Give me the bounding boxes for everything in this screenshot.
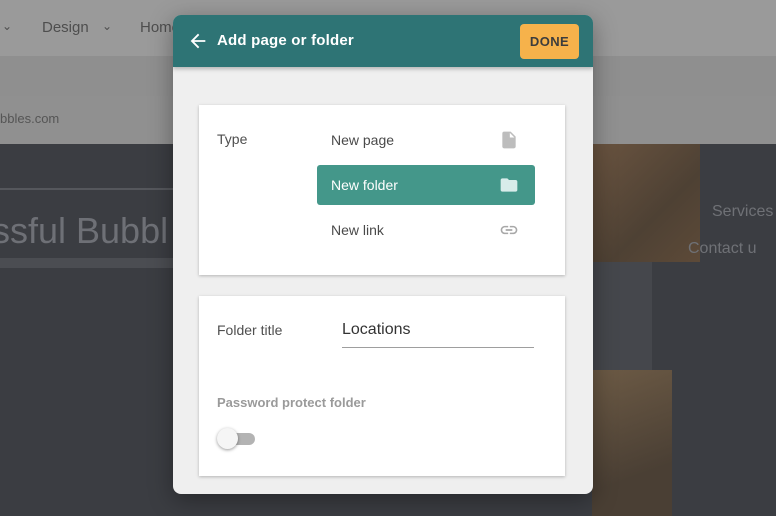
background-chevron-down-icon: ⌄ (102, 19, 113, 33)
screen: ⌄ Design ⌄ Home bbles.com ssful Bubbl Se… (0, 0, 776, 516)
add-page-dialog: Add page or folder DONE Type New page Ne… (173, 15, 593, 494)
file-icon (502, 131, 516, 149)
folder-title-label: Folder title (217, 322, 283, 338)
option-label: New page (331, 132, 395, 148)
folder-title-input[interactable] (342, 316, 534, 348)
type-label: Type (217, 131, 248, 147)
option-label: New folder (331, 177, 398, 193)
background-chevron-icon: ⌄ (2, 19, 13, 33)
option-new-folder[interactable]: New folder (317, 165, 535, 205)
option-new-page[interactable]: New page (317, 120, 535, 160)
dialog-header: Add page or folder DONE (173, 15, 593, 67)
dialog-title: Add page or folder (217, 32, 354, 49)
type-card: Type New page New folder New link (199, 105, 565, 275)
toggle-knob (217, 428, 238, 449)
background-photo (592, 370, 672, 516)
folder-icon (500, 178, 518, 192)
background-site-title: ssful Bubbl (0, 210, 169, 251)
background-nav-services: Services (712, 203, 774, 220)
folder-settings-card: Folder title Password protect folder (199, 296, 565, 476)
background-panel (592, 262, 652, 370)
done-button[interactable]: DONE (520, 24, 579, 59)
background-menu-design: Design (42, 19, 89, 36)
arrow-left-icon[interactable] (187, 30, 209, 52)
background-divider (0, 188, 180, 190)
option-new-link[interactable]: New link (317, 210, 535, 250)
background-site-subtitle (0, 258, 180, 268)
option-label: New link (331, 222, 384, 238)
password-protect-toggle[interactable] (217, 428, 257, 450)
background-nav-contact: Contact u (688, 240, 757, 257)
background-photo (592, 144, 700, 262)
password-protect-label: Password protect folder (217, 395, 366, 410)
background-url: bbles.com (0, 111, 60, 126)
link-icon (500, 225, 518, 235)
